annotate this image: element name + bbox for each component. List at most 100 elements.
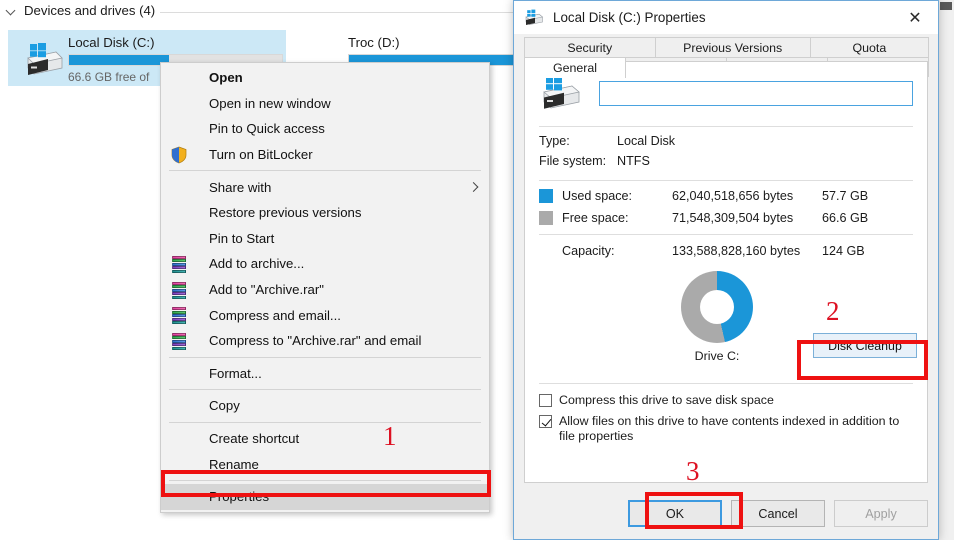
- tab-security[interactable]: Security: [524, 37, 656, 57]
- menu-item-pin-to-quick-access[interactable]: Pin to Quick access: [161, 116, 489, 142]
- free-space-bytes: 71,548,309,504 bytes: [672, 211, 794, 225]
- divider: [539, 234, 913, 235]
- capacity-bytes: 133,588,828,160 bytes: [672, 244, 801, 258]
- hard-drive-windows-icon: [27, 43, 63, 75]
- compress-drive-label: Compress this drive to save disk space: [559, 393, 774, 407]
- type-value: Local Disk: [617, 134, 676, 148]
- compress-drive-checkbox-row[interactable]: Compress this drive to save disk space: [525, 393, 927, 408]
- menu-separator: [169, 421, 481, 423]
- menu-item-compress-and-email[interactable]: Compress and email...: [161, 302, 489, 328]
- menu-item-label: Pin to Quick access: [209, 121, 325, 137]
- used-space-row: Used space: 62,040,518,656 bytes 57.7 GB: [525, 185, 927, 207]
- tab-quota[interactable]: Quota: [809, 37, 929, 57]
- type-key: Type:: [539, 134, 570, 148]
- menu-item-label: Copy: [209, 398, 240, 414]
- cancel-button[interactable]: Cancel: [731, 500, 825, 527]
- capacity-row: Capacity: 133,588,828,160 bytes 124 GB: [525, 239, 927, 263]
- annotation-number-1: 1: [383, 421, 397, 451]
- menu-item-label: Turn on BitLocker: [209, 147, 313, 163]
- dialog-title: Local Disk (C:) Properties: [553, 10, 706, 25]
- drive-caption: Drive C:: [694, 349, 740, 363]
- annotation-box-ok: [645, 492, 743, 529]
- winrar-icon: [170, 255, 188, 273]
- compress-drive-checkbox[interactable]: [539, 394, 552, 407]
- filesystem-row: File system: NTFS: [525, 151, 927, 171]
- drive-context-menu[interactable]: Open Open in new window Pin to Quick acces…: [160, 62, 490, 513]
- devices-and-drives-group-header[interactable]: Devices and drives (4): [6, 3, 155, 18]
- menu-item-open[interactable]: Open: [161, 65, 489, 91]
- type-row: Type: Local Disk: [525, 131, 927, 151]
- divider: [539, 383, 913, 384]
- menu-item-open-in-new-window[interactable]: Open in new window: [161, 91, 489, 117]
- menu-item-label: Format...: [209, 365, 262, 381]
- local-disk-properties-dialog: Local Disk (C:) Properties ✕ Security Pre…: [513, 0, 939, 540]
- menu-item-turn-on-bitlocker[interactable]: Turn on BitLocker: [161, 142, 489, 168]
- disk-usage-donut-chart: [681, 271, 753, 343]
- menu-item-format[interactable]: Format...: [161, 361, 489, 387]
- used-space-gb: 57.7 GB: [822, 189, 869, 203]
- menu-item-label: Pin to Start: [209, 230, 275, 246]
- menu-item-label: Open in new window: [209, 95, 331, 111]
- menu-item-label: Add to "Archive.rar": [209, 282, 324, 298]
- volume-label-input[interactable]: [599, 80, 913, 106]
- filesystem-value: NTFS: [617, 154, 650, 168]
- annotation-number-3: 3: [686, 456, 700, 486]
- free-space-key: Free space:: [562, 211, 629, 225]
- drive-usage-bar-fill: [69, 55, 170, 65]
- capacity-key: Capacity:: [562, 244, 615, 258]
- filesystem-key: File system:: [539, 154, 607, 168]
- free-space-gb: 66.6 GB: [822, 211, 869, 225]
- shield-icon: [170, 146, 188, 164]
- menu-separator: [169, 389, 481, 391]
- winrar-icon: [170, 281, 188, 299]
- group-header-label: Devices and drives (4): [24, 3, 156, 18]
- capacity-gb: 124 GB: [822, 244, 865, 258]
- menu-item-label: Create shortcut: [209, 431, 300, 447]
- index-contents-label: Allow files on this drive to have conten…: [559, 414, 900, 443]
- drive-free-space-label: 66.6 GB free of: [68, 70, 150, 84]
- drive-name-label: Troc (D:): [348, 35, 400, 50]
- divider: [539, 126, 913, 127]
- close-icon[interactable]: ✕: [892, 1, 938, 34]
- menu-item-label: Open: [209, 70, 243, 86]
- menu-separator: [169, 170, 481, 172]
- annotation-number-2: 2: [826, 296, 840, 326]
- used-space-key: Used space:: [562, 189, 633, 203]
- menu-item-label: Compress to "Archive.rar" and email: [209, 333, 422, 349]
- explorer-scrollbar[interactable]: [937, 0, 954, 540]
- chevron-right-icon: [468, 182, 479, 193]
- tab-general[interactable]: General: [524, 57, 626, 78]
- menu-item-pin-to-start[interactable]: Pin to Start: [161, 226, 489, 252]
- menu-item-copy[interactable]: Copy: [161, 393, 489, 419]
- chevron-down-icon[interactable]: [6, 5, 17, 16]
- menu-item-label: Share with: [209, 179, 272, 195]
- menu-item-add-to-archive[interactable]: Add to archive...: [161, 251, 489, 277]
- scrollbar-thumb[interactable]: [940, 2, 952, 10]
- drive-name-label: Local Disk (C:): [68, 35, 155, 50]
- index-contents-checkbox[interactable]: [539, 415, 552, 428]
- menu-item-share-with[interactable]: Share with: [161, 174, 489, 200]
- tab-previous-versions[interactable]: Previous Versions: [654, 37, 811, 57]
- annotation-box-properties: [161, 470, 491, 497]
- menu-item-label: Add to archive...: [209, 256, 305, 272]
- general-tab-panel: Type: Local Disk File system: NTFS Used …: [524, 61, 928, 483]
- menu-item-label: Restore previous versions: [209, 205, 362, 221]
- index-contents-checkbox-row[interactable]: Allow files on this drive to have conten…: [525, 414, 927, 444]
- free-space-row: Free space: 71,548,309,504 bytes 66.6 GB: [525, 207, 927, 229]
- menu-item-restore-previous-versions[interactable]: Restore previous versions: [161, 200, 489, 226]
- tab-row-secondary[interactable]: Security Previous Versions Quota: [524, 37, 929, 57]
- winrar-icon: [170, 306, 188, 325]
- menu-item-add-to-archive-rar[interactable]: Add to "Archive.rar": [161, 277, 489, 303]
- hard-drive-windows-icon: [543, 76, 580, 109]
- menu-item-create-shortcut[interactable]: Create shortcut: [161, 426, 489, 452]
- menu-item-compress-to-archive-rar-and-email[interactable]: Compress to "Archive.rar" and email: [161, 328, 489, 354]
- menu-separator: [169, 356, 481, 358]
- used-space-bytes: 62,040,518,656 bytes: [672, 189, 794, 203]
- winrar-icon: [170, 332, 188, 350]
- annotation-box-disk-cleanup: [797, 340, 928, 380]
- dialog-titlebar[interactable]: Local Disk (C:) Properties ✕: [514, 1, 938, 34]
- free-space-swatch: [539, 211, 553, 225]
- divider: [539, 180, 913, 181]
- hard-drive-windows-icon: [525, 9, 544, 25]
- apply-button: Apply: [834, 500, 928, 527]
